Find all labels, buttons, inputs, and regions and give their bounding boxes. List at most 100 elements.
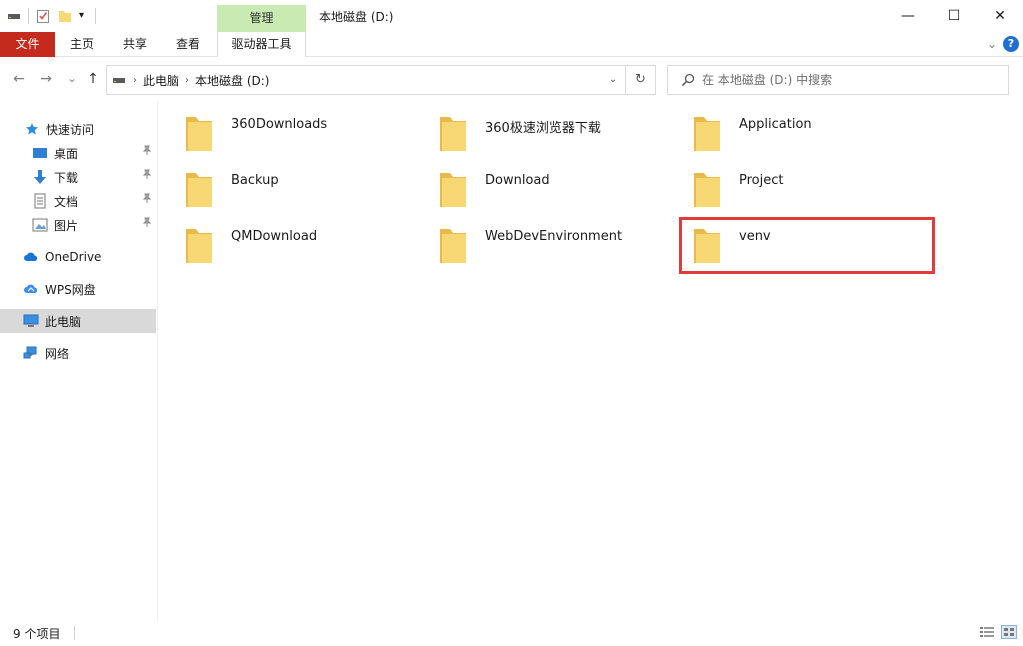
folder-icon bbox=[184, 113, 214, 153]
quick-access-toolbar: ▾ bbox=[6, 6, 96, 26]
nav-item-label: 桌面 bbox=[54, 146, 79, 161]
nav-item-label: 此电脑 bbox=[45, 314, 82, 329]
search-input[interactable] bbox=[702, 70, 1002, 90]
pin-icon[interactable] bbox=[142, 217, 152, 230]
folder-item[interactable]: 360Downloads bbox=[160, 101, 414, 157]
folder-item[interactable]: WebDevEnvironment bbox=[414, 213, 668, 269]
folder-name: Application bbox=[739, 117, 812, 132]
nav-item-documents[interactable]: 文档 bbox=[0, 189, 156, 213]
nav-item-downloads[interactable]: 下载 bbox=[0, 165, 156, 189]
large-icons-view-icon[interactable] bbox=[1001, 625, 1017, 639]
folder-name: Backup bbox=[231, 173, 279, 188]
folder-icon bbox=[438, 169, 468, 209]
status-divider bbox=[74, 626, 75, 640]
desktop-icon bbox=[32, 145, 48, 161]
nav-item-label: OneDrive bbox=[45, 250, 102, 264]
window-title: 本地磁盘 (D:) bbox=[319, 10, 394, 24]
nav-item-label: WPS网盘 bbox=[45, 282, 96, 297]
folder-icon bbox=[692, 113, 722, 153]
folder-item[interactable]: QMDownload bbox=[160, 213, 414, 269]
folder-item[interactable]: Backup bbox=[160, 157, 414, 213]
computer-icon bbox=[23, 313, 39, 329]
cloud-icon bbox=[23, 249, 39, 265]
folder-icon bbox=[692, 169, 722, 209]
nav-item-quick-access[interactable]: 快速访问 bbox=[0, 117, 156, 141]
network-icon bbox=[23, 345, 39, 361]
qat-divider bbox=[28, 8, 29, 24]
nav-item-label: 文档 bbox=[54, 194, 79, 209]
drive-icon[interactable] bbox=[6, 8, 22, 24]
pin-icon[interactable] bbox=[142, 145, 152, 158]
search-icon bbox=[680, 72, 696, 88]
pin-icon[interactable] bbox=[142, 193, 152, 206]
nav-item-label: 快速访问 bbox=[46, 122, 95, 137]
breadcrumb-local-disk-d[interactable]: 本地磁盘 (D:) bbox=[195, 72, 269, 89]
nav-item-wps-cloud[interactable]: WPS网盘 bbox=[0, 277, 156, 301]
address-row: ← → ⌄ ↑ › 此电脑 › 本地磁盘 (D:) ⌄ ↻ bbox=[0, 57, 1023, 101]
nav-item-desktop[interactable]: 桌面 bbox=[0, 141, 156, 165]
nav-item-network[interactable]: 网络 bbox=[0, 341, 156, 365]
breadcrumb: › 此电脑 › 本地磁盘 (D:) bbox=[107, 66, 269, 94]
navigation-pane: 快速访问 桌面 下载 文档 图片 OneDrive WPS网盘 此电脑 网络 bbox=[0, 101, 158, 620]
tab-view[interactable]: 查看 bbox=[163, 32, 213, 57]
item-count: 9 个项目 bbox=[13, 627, 61, 641]
search-box[interactable] bbox=[667, 65, 1009, 95]
view-toggle bbox=[979, 625, 1017, 639]
folder-item[interactable]: Project bbox=[668, 157, 922, 213]
drive-icon bbox=[111, 72, 127, 88]
status-bar: 9 个项目 bbox=[0, 620, 1023, 646]
details-view-icon[interactable] bbox=[979, 625, 995, 639]
tab-share[interactable]: 共享 bbox=[110, 32, 160, 57]
help-icon[interactable]: ? bbox=[1003, 36, 1019, 52]
minimize-button[interactable]: — bbox=[885, 0, 931, 32]
folder-item[interactable]: 360极速浏览器下载 bbox=[414, 101, 668, 157]
folder-name: Download bbox=[485, 173, 550, 188]
close-button[interactable]: ✕ bbox=[977, 0, 1023, 32]
address-bar[interactable]: › 此电脑 › 本地磁盘 (D:) ⌄ ↻ bbox=[106, 65, 656, 95]
qat-divider bbox=[95, 8, 96, 24]
ribbon-collapse-icon[interactable]: ⌄ bbox=[987, 37, 997, 51]
picture-icon bbox=[32, 217, 48, 233]
ribbon-right-controls: ⌄ ? bbox=[987, 36, 1019, 52]
breadcrumb-separator[interactable]: › bbox=[185, 75, 189, 86]
highlight-annotation-box bbox=[679, 217, 935, 274]
back-button[interactable]: ← bbox=[9, 69, 29, 89]
new-folder-icon[interactable] bbox=[57, 8, 73, 24]
folder-icon bbox=[438, 113, 468, 153]
tab-file[interactable]: 文件 bbox=[0, 32, 55, 57]
address-dropdown-button[interactable]: ⌄ bbox=[603, 66, 623, 94]
folder-icon bbox=[184, 225, 214, 265]
folder-item[interactable]: Application bbox=[668, 101, 922, 157]
folder-name: WebDevEnvironment bbox=[485, 229, 623, 244]
pin-icon[interactable] bbox=[142, 169, 152, 182]
nav-item-onedrive[interactable]: OneDrive bbox=[0, 245, 156, 269]
nav-item-label: 下载 bbox=[54, 170, 79, 185]
refresh-button[interactable]: ↻ bbox=[625, 66, 655, 94]
forward-button[interactable]: → bbox=[36, 69, 56, 89]
breadcrumb-this-pc[interactable]: 此电脑 bbox=[143, 72, 179, 89]
breadcrumb-separator[interactable]: › bbox=[133, 75, 137, 86]
nav-item-this-pc[interactable]: 此电脑 bbox=[0, 309, 156, 333]
folder-icon bbox=[438, 225, 468, 265]
nav-item-label: 图片 bbox=[54, 218, 79, 233]
folder-item[interactable]: Download bbox=[414, 157, 668, 213]
recent-locations-button[interactable]: ⌄ bbox=[62, 69, 82, 89]
download-arrow-icon bbox=[32, 169, 48, 185]
title-bar: ▾ 管理 本地磁盘 (D:) — ☐ ✕ bbox=[0, 0, 1023, 32]
up-button[interactable]: ↑ bbox=[83, 69, 103, 89]
tab-home[interactable]: 主页 bbox=[57, 32, 107, 57]
file-list: 360Downloads 360极速浏览器下载 Application Back… bbox=[160, 101, 1023, 620]
nav-item-pictures[interactable]: 图片 bbox=[0, 213, 156, 237]
qat-dropdown-icon[interactable]: ▾ bbox=[79, 8, 89, 24]
properties-icon[interactable] bbox=[35, 8, 51, 24]
folder-name: 360极速浏览器下载 bbox=[485, 121, 601, 136]
folder-name: Project bbox=[739, 173, 784, 188]
maximize-button[interactable]: ☐ bbox=[931, 0, 977, 32]
tab-drive-tools[interactable]: 驱动器工具 bbox=[217, 32, 306, 57]
ribbon-tabs: 文件 主页 共享 查看 驱动器工具 ⌄ ? bbox=[0, 32, 1023, 57]
manage-context-tab[interactable]: 管理 bbox=[217, 5, 306, 32]
wps-cloud-icon bbox=[23, 281, 39, 297]
folder-icon bbox=[184, 169, 214, 209]
folder-name: 360Downloads bbox=[231, 117, 328, 132]
document-icon bbox=[32, 193, 48, 209]
